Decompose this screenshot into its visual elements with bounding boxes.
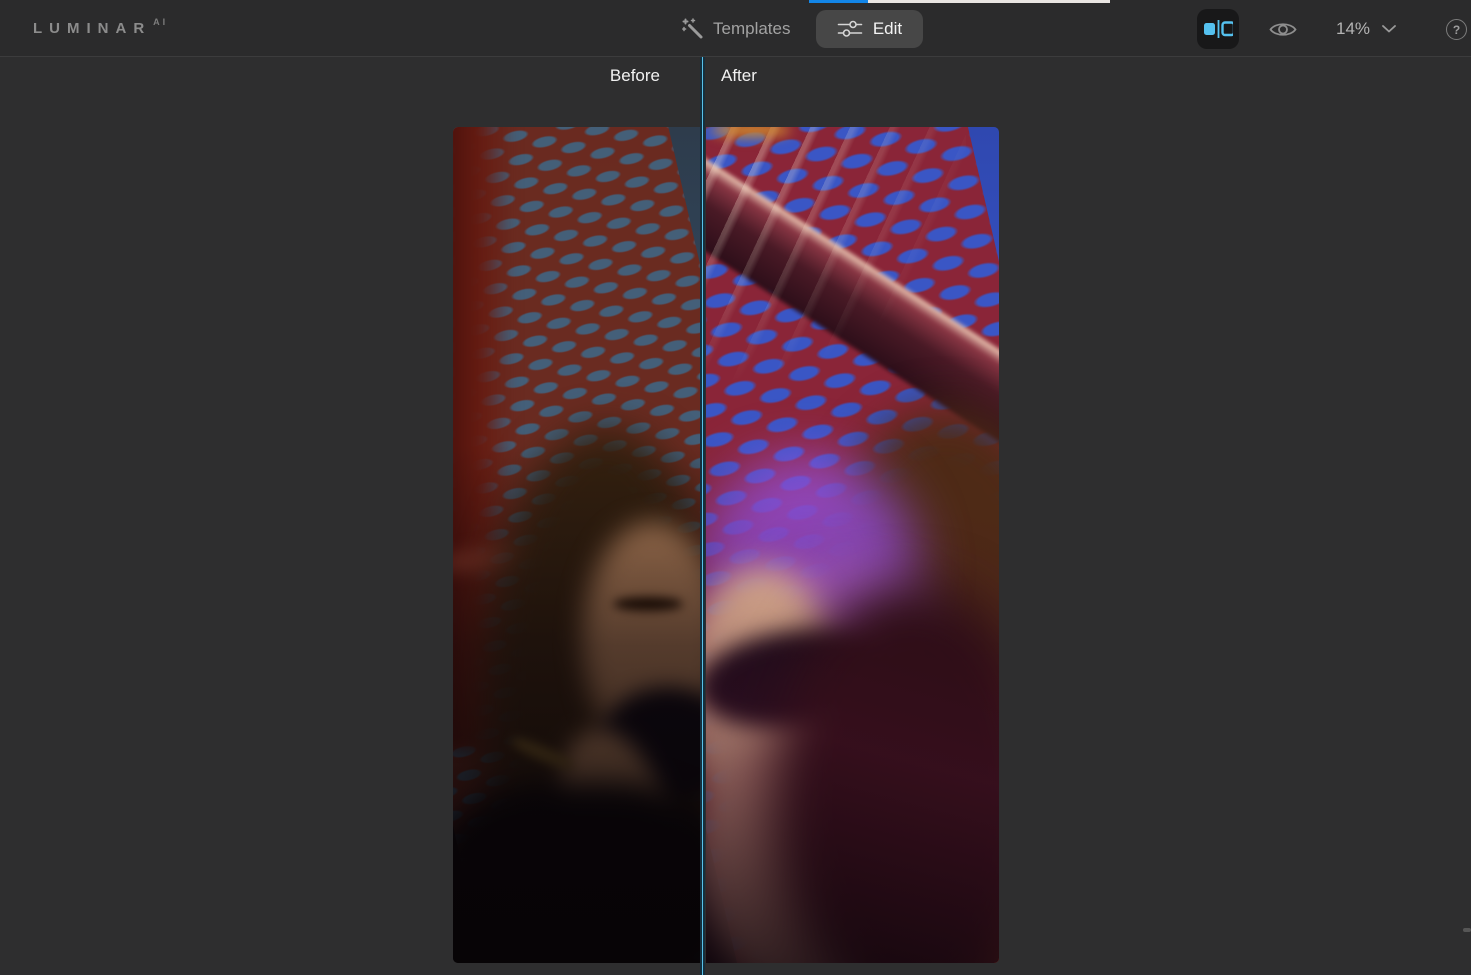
logo-text: LUMINAR [33,20,151,37]
zoom-level-value: 14% [1336,19,1370,39]
sliders-icon [837,20,863,38]
logo-superscript: AI [153,17,168,27]
zoom-level-dropdown[interactable]: 14% [1336,0,1396,57]
compare-toggle-button[interactable] [1197,9,1239,49]
help-button[interactable]: ? [1446,19,1467,40]
tab-edit-label: Edit [873,19,902,39]
eye-icon [1269,20,1297,39]
luminar-window: LUMINAR AI Templates [0,0,1471,975]
compare-divider-handle[interactable] [700,57,705,975]
shadow-overlay [453,127,700,963]
scrollbar-thumb[interactable] [1463,928,1471,932]
tab-templates[interactable]: Templates [682,0,790,57]
help-circle-icon: ? [1453,24,1460,36]
quick-preview-button[interactable] [1268,17,1298,41]
before-after-compare-icon [1203,19,1233,39]
tab-templates-label: Templates [713,19,790,39]
shadow-overlay [706,127,999,963]
chevron-down-icon [1382,25,1396,33]
after-label: After [721,66,757,86]
progress-bar-loaded [809,0,868,3]
app-logo: LUMINAR AI [33,0,168,57]
magic-wand-icon [682,18,704,40]
top-toolbar: LUMINAR AI Templates [0,0,1471,57]
before-image[interactable] [453,127,700,963]
progress-bar-track [868,0,1110,3]
before-label: Before [440,66,660,86]
after-image[interactable] [706,127,999,963]
tab-edit[interactable]: Edit [816,10,923,48]
